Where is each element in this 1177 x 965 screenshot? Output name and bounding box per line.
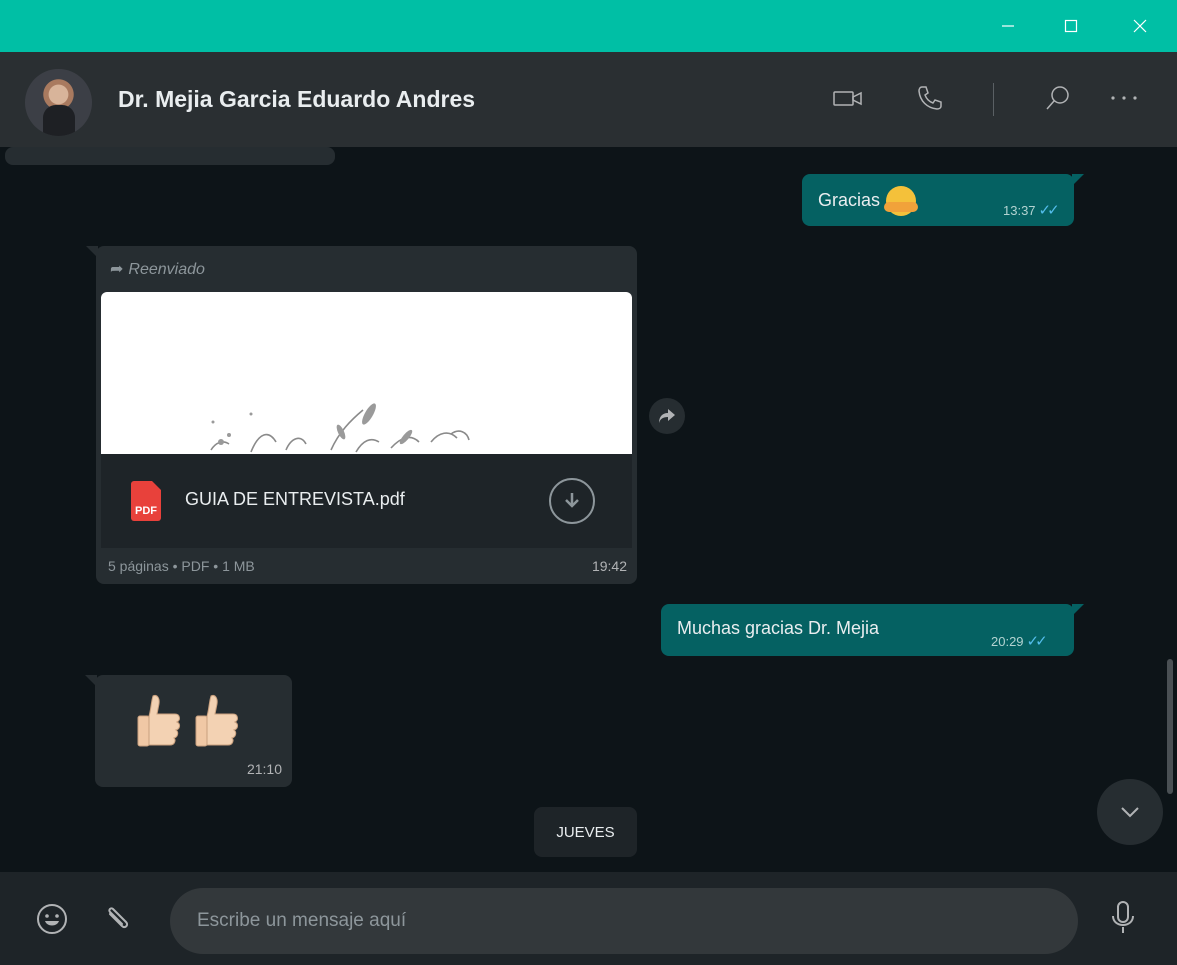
pdf-badge-text: PDF [135,505,157,517]
hugging-face-emoji [884,186,919,216]
phone-icon[interactable] [910,78,950,118]
header-divider [993,83,994,116]
outgoing-message[interactable]: Gracias 13:37 ✓✓ [802,174,1084,226]
video-call-icon[interactable] [828,78,868,118]
thumbs-up-emojis [135,692,243,750]
document-preview[interactable] [101,292,632,455]
attach-icon[interactable] [102,902,136,941]
window-titlebar [0,0,1177,52]
incoming-emoji-message[interactable]: 21:10 [85,675,292,787]
message-text: Gracias [818,186,919,216]
forwarded-text: Reenviado [128,261,205,278]
file-meta: 5 páginas • PDF • 1 MB [108,558,255,574]
more-icon[interactable] [1104,78,1144,118]
scrollbar[interactable] [1167,659,1173,794]
download-arrow-icon [565,493,579,508]
message-text: Muchas gracias Dr. Mejia [677,618,880,638]
share-arrow-icon [659,409,675,423]
emoji-icon[interactable] [35,902,69,941]
message-time: 19:42 [591,558,627,574]
app-window: Dr. Mejia Garcia Eduardo Andres Gracias … [0,0,1177,965]
date-separator: JUEVES [534,807,637,857]
composer [0,872,1177,965]
search-icon[interactable] [1038,78,1078,118]
previous-message-bubble [5,147,335,165]
message-time: 20:29 ✓✓ [991,632,1048,650]
read-ticks-icon: ✓✓ [1026,633,1048,650]
file-name[interactable]: GUIA DE ENTREVISTA.pdf [185,489,405,510]
minimize-button[interactable] [985,0,1031,52]
download-button[interactable] [549,478,595,524]
forwarded-label: ➦ Reenviado [110,259,205,279]
forward-button[interactable] [649,398,685,434]
message-timestamp: 13:37 [1003,203,1036,218]
contact-name[interactable]: Dr. Mejia Garcia Eduardo Andres [118,86,475,113]
message-timestamp: 20:29 [991,634,1024,649]
message-time: 21:10 [246,761,282,777]
thumbs-up-emoji [137,695,180,747]
chevron-down-icon [1121,807,1139,818]
scroll-to-bottom-button[interactable] [1097,779,1163,845]
message-input[interactable] [170,888,1078,954]
outgoing-message[interactable]: Muchas gracias Dr. Mejia 20:29 ✓✓ [661,604,1084,656]
mic-icon[interactable] [1110,900,1136,941]
close-button[interactable] [1117,0,1163,52]
file-info-row[interactable]: PDF GUIA DE ENTREVISTA.pdf [101,454,632,548]
message-list[interactable]: Gracias 13:37 ✓✓ ➦ Reenviado PDF GUIA DE… [5,147,1175,872]
floral-illustration [210,403,470,453]
message-text-content: Gracias [818,189,881,210]
thumbs-up-emoji [195,695,238,747]
message-time: 13:37 ✓✓ [1003,201,1060,219]
maximize-button[interactable] [1048,0,1094,52]
forward-arrow-icon: ➦ [110,261,124,278]
avatar[interactable] [25,69,92,136]
read-ticks-icon: ✓✓ [1038,202,1060,219]
incoming-document-message[interactable]: ➦ Reenviado PDF GUIA DE ENTREVISTA.pdf 5… [86,246,637,584]
pdf-icon: PDF [131,481,161,521]
chat-header: Dr. Mejia Garcia Eduardo Andres [0,52,1177,147]
